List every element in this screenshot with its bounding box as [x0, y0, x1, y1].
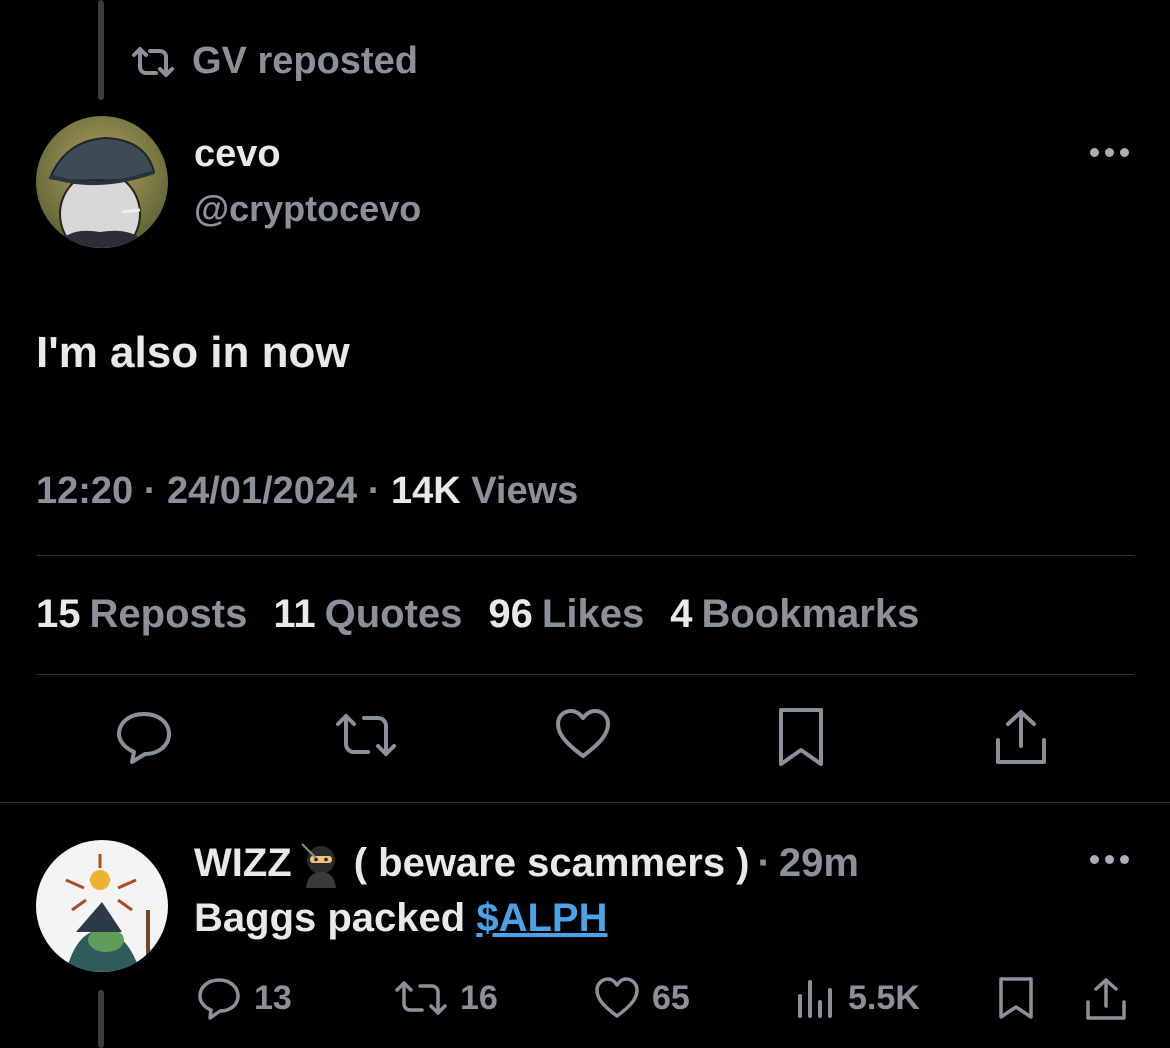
stat-quotes[interactable]: 11 Quotes: [273, 592, 462, 637]
like-icon: [594, 976, 640, 1020]
stat-bookmarks[interactable]: 4 Bookmarks: [670, 592, 919, 637]
reply-reply-button[interactable]: 13: [196, 976, 292, 1020]
like-count: 65: [652, 978, 690, 1017]
reply-icon[interactable]: [114, 706, 174, 766]
repost-icon: [394, 976, 448, 1020]
meta-separator: ·: [357, 470, 391, 512]
repost-label: GV reposted: [192, 40, 418, 82]
reply-text-body: Baggs packed: [194, 896, 466, 940]
divider: [36, 674, 1134, 675]
reply-bookmark-button[interactable]: [998, 976, 1034, 1020]
tweet-date[interactable]: 24/01/2024: [167, 470, 357, 513]
reply-count: 13: [254, 978, 292, 1017]
tweet-meta: 12:20 · 24/01/2024 · 14K Views: [36, 470, 578, 513]
divider: [36, 555, 1134, 556]
more-options-icon[interactable]: [1090, 148, 1129, 157]
views-count: 14K: [390, 470, 461, 512]
reply-author-name[interactable]: WIZZ: [194, 841, 292, 886]
reply-text: Baggs packed $ALPH: [194, 896, 607, 941]
divider: [0, 802, 1170, 803]
views-label: Views: [471, 470, 579, 512]
bookmark-icon: [998, 976, 1034, 1020]
stat-likes[interactable]: 96 Likes: [488, 592, 644, 637]
tweet-time[interactable]: 12:20: [36, 470, 133, 513]
thread-line-top: [98, 0, 104, 100]
reply-header: WIZZ ( beware scammers ) · 29m: [194, 838, 859, 888]
author-handle[interactable]: @cryptocevo: [194, 188, 421, 230]
tweet-action-bar: [0, 706, 1170, 776]
reply-icon: [196, 976, 242, 1020]
reply-time[interactable]: 29m: [779, 841, 859, 886]
views-count: 5.5K: [848, 978, 920, 1017]
repost-icon[interactable]: [334, 706, 398, 766]
engagement-stats: 15 Reposts 11 Quotes 96 Likes 4 Bookmarks: [36, 592, 919, 637]
ninja-emoji-icon: [296, 838, 346, 888]
reply-more-options-icon[interactable]: [1090, 855, 1129, 864]
repost-count: 16: [460, 978, 498, 1017]
reply-views-button[interactable]: 5.5K: [796, 976, 920, 1020]
meta-separator: ·: [133, 470, 167, 512]
reply-avatar[interactable]: [36, 840, 168, 972]
reply-repost-button[interactable]: 16: [394, 976, 498, 1020]
share-icon[interactable]: [992, 706, 1050, 768]
like-icon[interactable]: [554, 706, 612, 764]
reply-action-bar: 13 16 65 5.5K: [0, 976, 1170, 1026]
repost-indicator[interactable]: GV reposted: [130, 40, 418, 83]
stat-reposts[interactable]: 15 Reposts: [36, 592, 247, 637]
share-icon: [1084, 976, 1128, 1022]
author-name[interactable]: cevo: [194, 133, 281, 176]
tweet-text: I'm also in now: [36, 328, 350, 377]
reply-share-button[interactable]: [1084, 976, 1128, 1022]
avatar[interactable]: [36, 116, 168, 248]
repost-icon: [130, 45, 176, 79]
reply-separator: ·: [757, 840, 771, 885]
reply-like-button[interactable]: 65: [594, 976, 690, 1020]
bookmark-icon[interactable]: [776, 706, 826, 768]
reply-author-suffix: ( beware scammers ): [353, 840, 750, 885]
cashtag-link[interactable]: $ALPH: [476, 896, 607, 940]
views-icon: [796, 976, 836, 1020]
